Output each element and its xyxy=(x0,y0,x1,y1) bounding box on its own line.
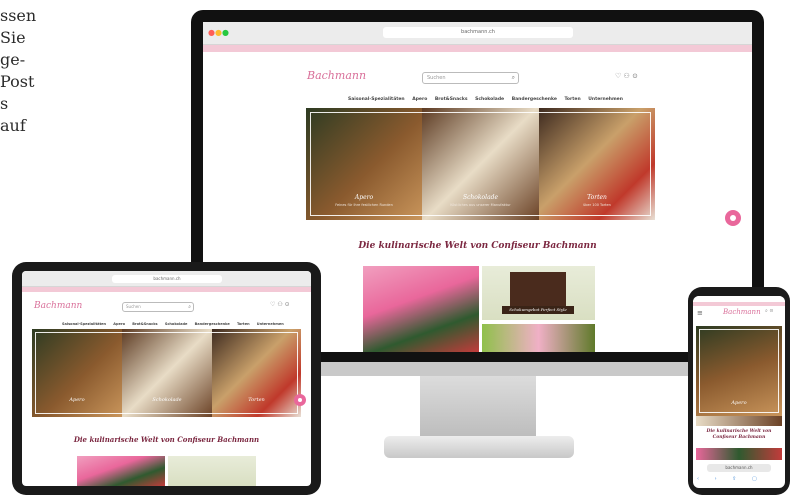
nav-item[interactable]: Brot&Snacks xyxy=(132,322,157,326)
search-icon[interactable]: ⌕ xyxy=(765,308,768,314)
left-text-line: ssen xyxy=(0,6,37,25)
chat-icon[interactable] xyxy=(725,210,741,226)
phone-promo-strip xyxy=(693,302,785,306)
heart-icon[interactable]: ♡ xyxy=(615,72,621,80)
chocolate-tile[interactable]: Schokumgebot Perfect Style xyxy=(482,266,595,320)
hero-title: Schokolade xyxy=(462,194,499,201)
tablet-section-heading: Die kulinarische Welt von Confiseur Bach… xyxy=(73,435,260,444)
hero-title: Apero xyxy=(354,194,374,201)
monitor-foot xyxy=(384,436,574,458)
tablet-browser-toolbar: bachmann.ch xyxy=(22,271,311,287)
address-bar[interactable]: bachmann.ch xyxy=(383,27,573,38)
bachmann-logo[interactable]: Bachmann xyxy=(307,69,366,82)
phone-header-icons: ⌕ ⊙ xyxy=(765,308,774,314)
nav-item[interactable]: Apero xyxy=(412,97,427,102)
tablet-promo-strip xyxy=(22,287,311,292)
nav-item[interactable]: Apero xyxy=(113,322,125,326)
phone-hero-strip xyxy=(696,416,782,426)
phone-browser-controls[interactable]: ‹ › ⇪ ▢ xyxy=(697,476,781,484)
user-icon[interactable]: ⚇ xyxy=(624,72,630,80)
nav-item[interactable]: Unternehmen xyxy=(257,322,284,326)
hero-subtitle: Köstliches aus unserer Manufaktur xyxy=(450,203,511,207)
nav-item[interactable]: Unternehmen xyxy=(588,97,623,102)
hero-subtitle: Feines für Ihre festlichen Runden xyxy=(335,203,393,207)
tablet-navigation: Saisonal-Spezialitäten Apero Brot&Snacks… xyxy=(62,322,290,326)
search-placeholder: Suchen xyxy=(427,75,446,81)
nav-item[interactable]: Torten xyxy=(237,322,250,326)
hero-title: Apero xyxy=(69,397,85,403)
gnome-tile[interactable] xyxy=(696,448,782,460)
hero-title: Torten xyxy=(248,397,265,403)
window-controls[interactable]: ●●● xyxy=(208,29,229,37)
search-input[interactable]: Suchen ⌕ xyxy=(422,72,519,84)
left-text-line: auf xyxy=(0,116,26,135)
search-icon[interactable]: ⌕ xyxy=(512,73,515,83)
tablet-website: bachmann.ch Bachmann Suchen ⌕ ♡ ⚇ ⊙ Sais… xyxy=(22,271,311,486)
nav-item[interactable]: Saisonal-Spezialitäten xyxy=(62,322,106,326)
heart-icon[interactable]: ♡ xyxy=(270,301,275,308)
tablet-address-bar[interactable]: bachmann.ch xyxy=(112,275,222,283)
hero-title: Torten xyxy=(587,194,607,201)
user-icon[interactable]: ⚇ xyxy=(277,301,282,308)
main-navigation: Saisonal-Spezialitäten Apero Brot&Snacks… xyxy=(348,97,629,102)
tile-label: Schokumgebot Perfect Style xyxy=(502,306,574,314)
promo-strip xyxy=(203,45,752,52)
cart-icon[interactable]: ⊙ xyxy=(769,308,773,314)
left-intro-text: ssen Sie ge- Post s auf xyxy=(0,5,70,137)
cart-icon[interactable]: ⊙ xyxy=(632,72,638,80)
chocolate-tile[interactable] xyxy=(168,456,256,486)
hero-banner: Apero Feines für Ihre festlichen Runden … xyxy=(306,108,655,220)
hero-title: Apero xyxy=(731,400,747,406)
nav-item[interactable]: Schokolade xyxy=(475,97,504,102)
tablet-hero: Apero Schokolade Torten xyxy=(32,329,301,417)
search-placeholder: Suchen xyxy=(126,304,141,309)
menu-icon[interactable]: ≡ xyxy=(697,309,703,317)
gnome-tile[interactable] xyxy=(363,266,479,352)
flowers-tile[interactable] xyxy=(482,324,595,352)
left-text-line: Sie xyxy=(0,28,26,47)
left-text-line: ge- xyxy=(0,50,26,69)
nav-item[interactable]: Torten xyxy=(564,97,580,102)
nav-item[interactable]: Schokolade xyxy=(165,322,188,326)
nav-item[interactable]: Bandergeschenke xyxy=(195,322,230,326)
gnome-tile[interactable] xyxy=(77,456,165,486)
browser-toolbar: ●●● bachmann.ch xyxy=(203,22,752,45)
phone-url-bar[interactable]: bachmann.ch xyxy=(707,464,771,472)
cart-icon[interactable]: ⊙ xyxy=(285,301,290,308)
phone-hero: Apero xyxy=(696,326,782,416)
section-heading: Die kulinarische Welt von Confiseur Bach… xyxy=(358,241,597,251)
hero-subtitle: über 100 Torten xyxy=(583,203,611,207)
chat-icon[interactable] xyxy=(294,394,306,406)
nav-item[interactable]: Bandergeschenke xyxy=(512,97,557,102)
nav-item[interactable]: Brot&Snacks xyxy=(435,97,468,102)
bachmann-logo[interactable]: Bachmann xyxy=(34,301,82,311)
search-icon[interactable]: ⌕ xyxy=(188,303,191,311)
phone-section-heading: Die kulinarische Welt von Confiseur Bach… xyxy=(706,429,772,440)
bachmann-logo[interactable]: Bachmann xyxy=(723,308,761,316)
phone-website: ≡ Bachmann ⌕ ⊙ Apero Die kulinarische We… xyxy=(693,296,785,488)
tablet-header-icons: ♡ ⚇ ⊙ xyxy=(270,301,290,308)
left-text-line: s xyxy=(0,94,9,113)
header-icons: ♡ ⚇ ⊙ xyxy=(615,72,638,80)
tablet-search-input[interactable]: Suchen ⌕ xyxy=(122,302,194,312)
monitor-stand xyxy=(420,376,536,438)
nav-item[interactable]: Saisonal-Spezialitäten xyxy=(348,97,405,102)
hero-title: Schokolade xyxy=(152,397,182,403)
left-text-line: Post xyxy=(0,72,35,91)
